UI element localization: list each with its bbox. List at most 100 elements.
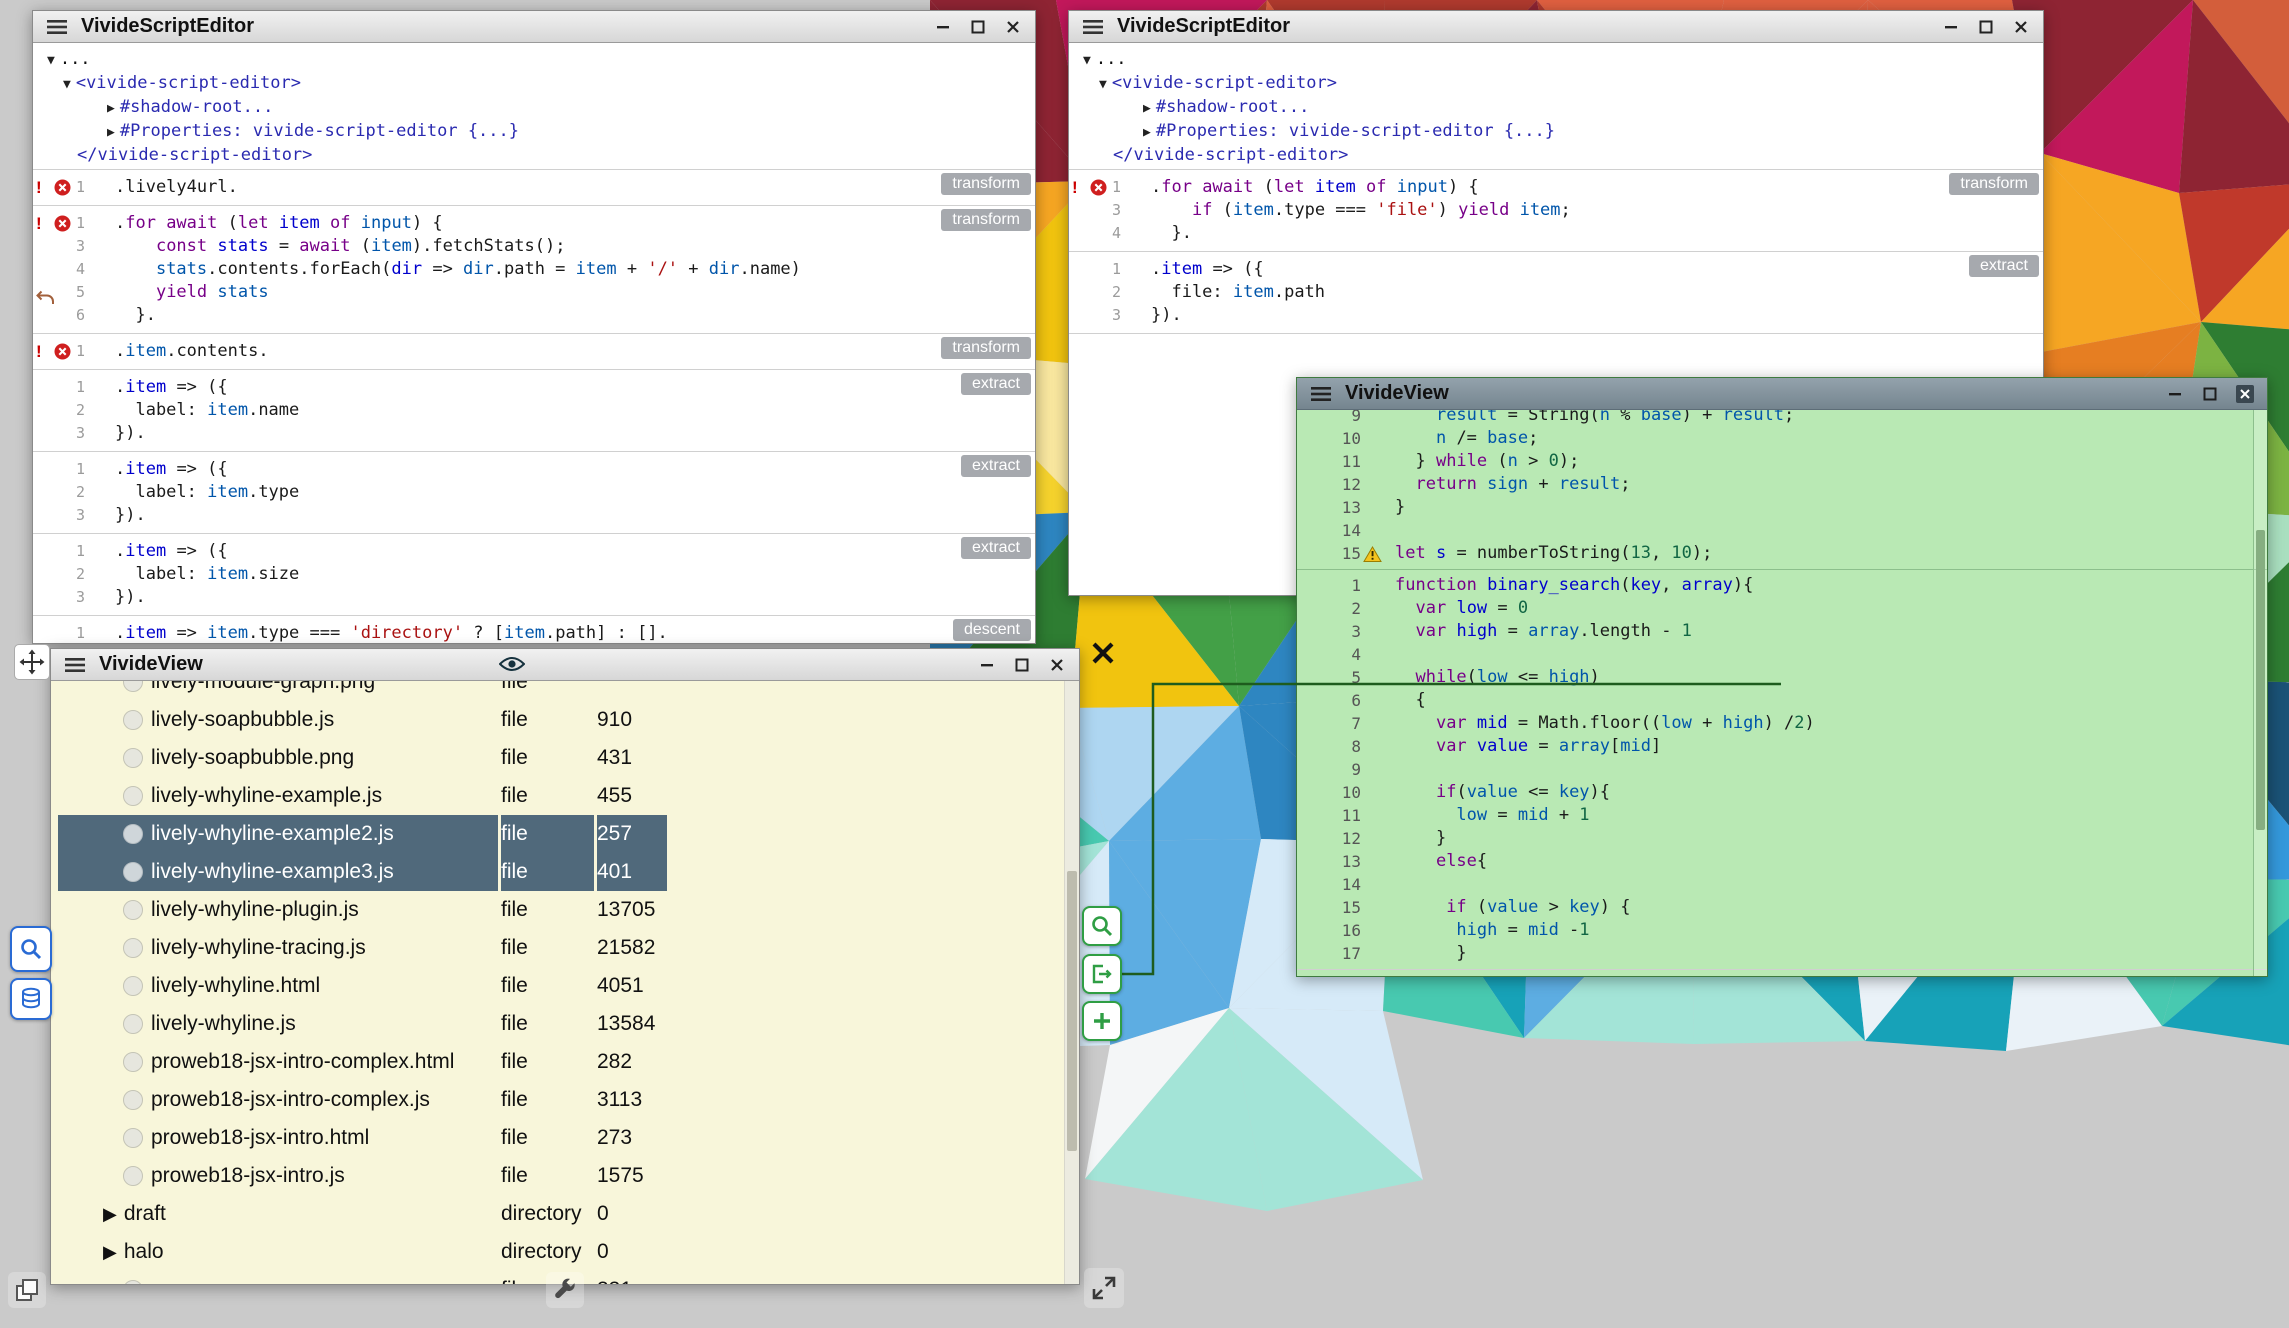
code-line[interactable]: 12 return sign + result; — [1297, 473, 2267, 496]
code-line[interactable]: 3}). — [33, 422, 1035, 445]
collapse-icon[interactable]: ▼ — [47, 50, 55, 72]
close-button[interactable] — [2233, 382, 2257, 406]
code-line[interactable]: 5 yield stats — [33, 281, 1035, 304]
code-line[interactable]: !1.lively4url. — [33, 176, 1035, 199]
file-row[interactable]: ▶halodirectory0 — [51, 1233, 1079, 1271]
tree-node[interactable]: ▶#Properties: vivide-script-editor {...} — [33, 120, 1035, 144]
minimize-button[interactable] — [1939, 15, 1963, 39]
file-row[interactable]: lively-whyline-example.jsfile455 — [51, 777, 1079, 815]
file-row[interactable]: proweb18-jsx-intro.htmlfile273 — [51, 1119, 1079, 1157]
search-icon[interactable] — [1082, 906, 1122, 946]
code-line[interactable]: 2 label: item.size — [33, 563, 1035, 586]
tree-node[interactable]: ▼... — [1069, 48, 2043, 72]
menu-icon[interactable] — [1309, 382, 1333, 406]
scrollbar-thumb[interactable] — [2256, 530, 2265, 830]
code-line[interactable]: 11 } while (n > 0); — [1297, 450, 2267, 473]
code-line[interactable]: 10 n /= base; — [1297, 427, 2267, 450]
code-line[interactable]: 5 while(low <= high) — [1297, 666, 2267, 689]
code-line[interactable]: 2 label: item.type — [33, 481, 1035, 504]
maximize-button[interactable] — [1974, 15, 1998, 39]
move-icon[interactable] — [14, 644, 50, 680]
code-line[interactable]: 7 var mid = Math.floor((low + high) /2) — [1297, 712, 2267, 735]
code-line[interactable]: 4 }. — [1069, 222, 2043, 245]
file-row[interactable]: lively-whyline.htmlfile4051 — [51, 967, 1079, 1005]
menu-icon[interactable] — [45, 15, 69, 39]
export-icon[interactable] — [1082, 954, 1122, 994]
tree-node[interactable]: ▶#shadow-root... — [33, 96, 1035, 120]
file-row[interactable]: proweb18-jsx-intro-complex.htmlfile282 — [51, 1043, 1079, 1081]
code-line[interactable]: !1.for await (let item of input) { — [1069, 176, 2043, 199]
file-row[interactable]: lively-soapbubble.pngfile431 — [51, 739, 1079, 777]
close-button[interactable] — [1001, 15, 1025, 39]
expand-icon[interactable]: ▶ — [103, 1242, 117, 1263]
tree-node[interactable]: ▼... — [33, 48, 1035, 72]
file-row[interactable]: lively-whyline.jsfile13584 — [51, 1005, 1079, 1043]
close-x-icon[interactable] — [1086, 636, 1120, 670]
expand-icon[interactable] — [1084, 1268, 1124, 1308]
file-row[interactable]: ▶draftdirectory0 — [51, 1195, 1079, 1233]
code-line[interactable]: 13 else{ — [1297, 850, 2267, 873]
code-line[interactable]: 15let s = numberToString(13, 10); — [1297, 542, 2267, 565]
code-line[interactable]: 8 var value = array[mid] — [1297, 735, 2267, 758]
titlebar[interactable]: VivideScriptEditor — [33, 11, 1035, 43]
expand-icon[interactable]: ▶ — [107, 122, 115, 144]
minimize-button[interactable] — [2163, 382, 2187, 406]
tree-node[interactable]: </vivide-script-editor> — [1069, 144, 2043, 166]
code-line[interactable]: 9 result = String(n % base) + result; — [1297, 410, 2267, 427]
tree-node[interactable]: ▶#Properties: vivide-script-editor {...} — [1069, 120, 2043, 144]
search-icon[interactable] — [10, 926, 52, 972]
expand-icon[interactable]: ▶ — [1143, 122, 1151, 144]
file-row[interactable]: lively-soapbubble.jsfile910 — [51, 701, 1079, 739]
expand-icon[interactable]: ▶ — [107, 98, 115, 120]
menu-icon[interactable] — [63, 653, 87, 677]
file-row[interactable]: proweb18-jsx-intro.jsfile1575 — [51, 1157, 1079, 1195]
code-line[interactable]: 16 high = mid -1 — [1297, 919, 2267, 942]
code-line[interactable]: 6 { — [1297, 689, 2267, 712]
code-line[interactable]: 4 stats.contents.forEach(dir => dir.path… — [33, 258, 1035, 281]
file-row[interactable]: lively-whyline-plugin.jsfile13705 — [51, 891, 1079, 929]
maximize-button[interactable] — [2198, 382, 2222, 406]
titlebar[interactable]: VivideScriptEditor — [1069, 11, 2043, 43]
file-row[interactable]: proweb18-jsx-intro-complex.jsfile3113 — [51, 1081, 1079, 1119]
scrollbar-thumb[interactable] — [1067, 871, 1077, 1151]
code-line[interactable]: !1.item.contents. — [33, 340, 1035, 363]
code-line[interactable]: 2 file: item.path — [1069, 281, 2043, 304]
expand-icon[interactable]: ▶ — [103, 1204, 117, 1225]
minimize-button[interactable] — [975, 653, 999, 677]
code-line[interactable]: 3 if (item.type === 'file') yield item; — [1069, 199, 2043, 222]
code-line[interactable]: 17 } — [1297, 942, 2267, 965]
code-line[interactable]: 6 }. — [33, 304, 1035, 327]
wrench-icon[interactable] — [546, 1272, 584, 1308]
code-line[interactable]: 3}). — [33, 586, 1035, 609]
code-line[interactable]: 15 if (value > key) { — [1297, 896, 2267, 919]
file-row[interactable]: lively-whyline-example3.jsfile401 — [51, 853, 1079, 891]
maximize-button[interactable] — [966, 15, 990, 39]
code-line[interactable]: 1.item => ({ — [1069, 258, 2043, 281]
code-line[interactable]: 1.item => item.type === 'directory' ? [i… — [33, 622, 1035, 643]
code-line[interactable]: 2 var low = 0 — [1297, 597, 2267, 620]
code-line[interactable]: 2 label: item.name — [33, 399, 1035, 422]
code-line[interactable]: 3 const stats = await (item).fetchStats(… — [33, 235, 1035, 258]
code-line[interactable]: 4 — [1297, 643, 2267, 666]
code-line[interactable]: 10 if(value <= key){ — [1297, 781, 2267, 804]
expand-icon[interactable]: ▶ — [1143, 98, 1151, 120]
code-line[interactable]: 1.item => ({ — [33, 376, 1035, 399]
collapse-icon[interactable]: ▼ — [63, 74, 71, 96]
code-line[interactable]: 11 low = mid + 1 — [1297, 804, 2267, 827]
menu-icon[interactable] — [1081, 15, 1105, 39]
tree-node[interactable]: ▶#shadow-root... — [1069, 96, 2043, 120]
file-row[interactable]: lively-whyline-tracing.jsfile21582 — [51, 929, 1079, 967]
code-line[interactable]: 14 — [1297, 873, 2267, 896]
code-line[interactable]: 3}). — [1069, 304, 2043, 327]
code-line[interactable]: 1function binary_search(key, array){ — [1297, 574, 2267, 597]
tree-node[interactable]: </vivide-script-editor> — [33, 144, 1035, 166]
titlebar[interactable]: VivideView — [1297, 378, 2267, 410]
collapse-icon[interactable]: ▼ — [1083, 50, 1091, 72]
tree-node[interactable]: ▼<vivide-script-editor> — [33, 72, 1035, 96]
titlebar[interactable]: VivideView — [51, 649, 1079, 681]
close-button[interactable] — [2009, 15, 2033, 39]
minimize-button[interactable] — [931, 15, 955, 39]
code-line[interactable]: !1.for await (let item of input) { — [33, 212, 1035, 235]
collapse-icon[interactable]: ▼ — [1099, 74, 1107, 96]
code-line[interactable]: 3}). — [33, 504, 1035, 527]
